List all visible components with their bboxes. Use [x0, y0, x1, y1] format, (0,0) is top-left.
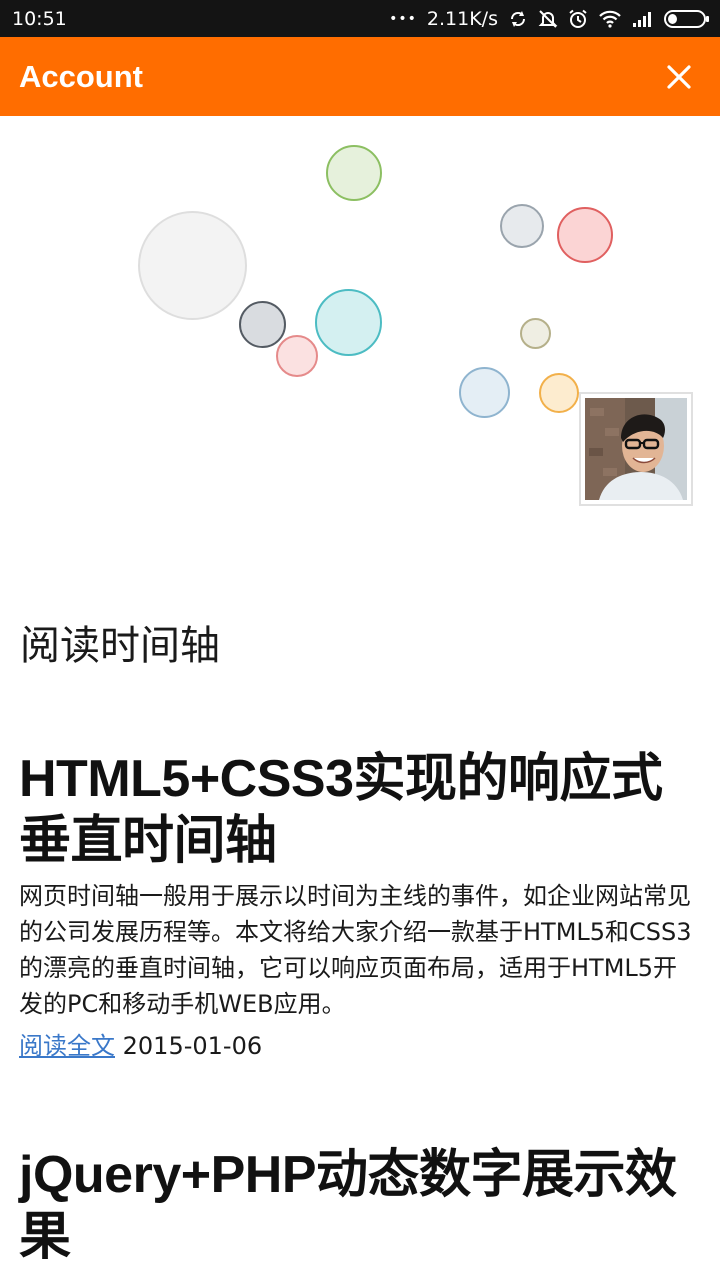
- mute-icon: [538, 9, 558, 28]
- section-title: 阅读时间轴: [20, 623, 220, 669]
- bubble-green: [326, 145, 382, 201]
- bubble-blue: [459, 367, 510, 418]
- article-item: HTML5+CSS3实现的响应式垂直时间轴 网页时间轴一般用于展示以时间为主线的…: [19, 748, 701, 1064]
- signal-icon: [633, 11, 651, 27]
- app-title: Account: [19, 58, 143, 94]
- read-more-link[interactable]: 阅读全文: [19, 1032, 115, 1060]
- bubble-slate: [500, 204, 544, 248]
- bubble-olive: [520, 318, 551, 349]
- avatar-photo: [585, 398, 687, 500]
- wifi-icon: [599, 10, 621, 28]
- article-item: jQuery+PHP动态数字展示效果: [19, 1144, 701, 1268]
- bubble-orange: [539, 373, 579, 413]
- sync-icon: [510, 10, 526, 27]
- profile-avatar[interactable]: [579, 392, 693, 506]
- article-title[interactable]: HTML5+CSS3实现的响应式垂直时间轴: [19, 748, 701, 872]
- bubble-red: [557, 207, 613, 263]
- bubble-pink: [276, 335, 318, 377]
- close-icon: [667, 64, 691, 89]
- alarm-icon: [569, 9, 587, 28]
- battery-icon: [664, 9, 709, 28]
- article-title[interactable]: jQuery+PHP动态数字展示效果: [19, 1144, 701, 1268]
- more-dots-icon: •••: [389, 10, 417, 27]
- status-icons: ••• 2.11K/s: [389, 8, 710, 30]
- close-button[interactable]: [662, 60, 696, 94]
- article-meta: 阅读全文 2015-01-06: [19, 1028, 701, 1064]
- bubble-cyan: [315, 289, 382, 356]
- article-date: 2015-01-06: [122, 1032, 263, 1060]
- article-summary: 网页时间轴一般用于展示以时间为主线的事件，如企业网站常见的公司发展历程等。本文将…: [19, 882, 692, 1018]
- network-speed: 2.11K/s: [426, 7, 498, 30]
- status-bar: 10:51 ••• 2.11K/s: [0, 0, 720, 37]
- bubble-large-grey: [138, 211, 247, 320]
- app-bar: Account: [0, 37, 720, 116]
- bubble-dark: [239, 301, 286, 348]
- status-time: 10:51: [12, 7, 67, 30]
